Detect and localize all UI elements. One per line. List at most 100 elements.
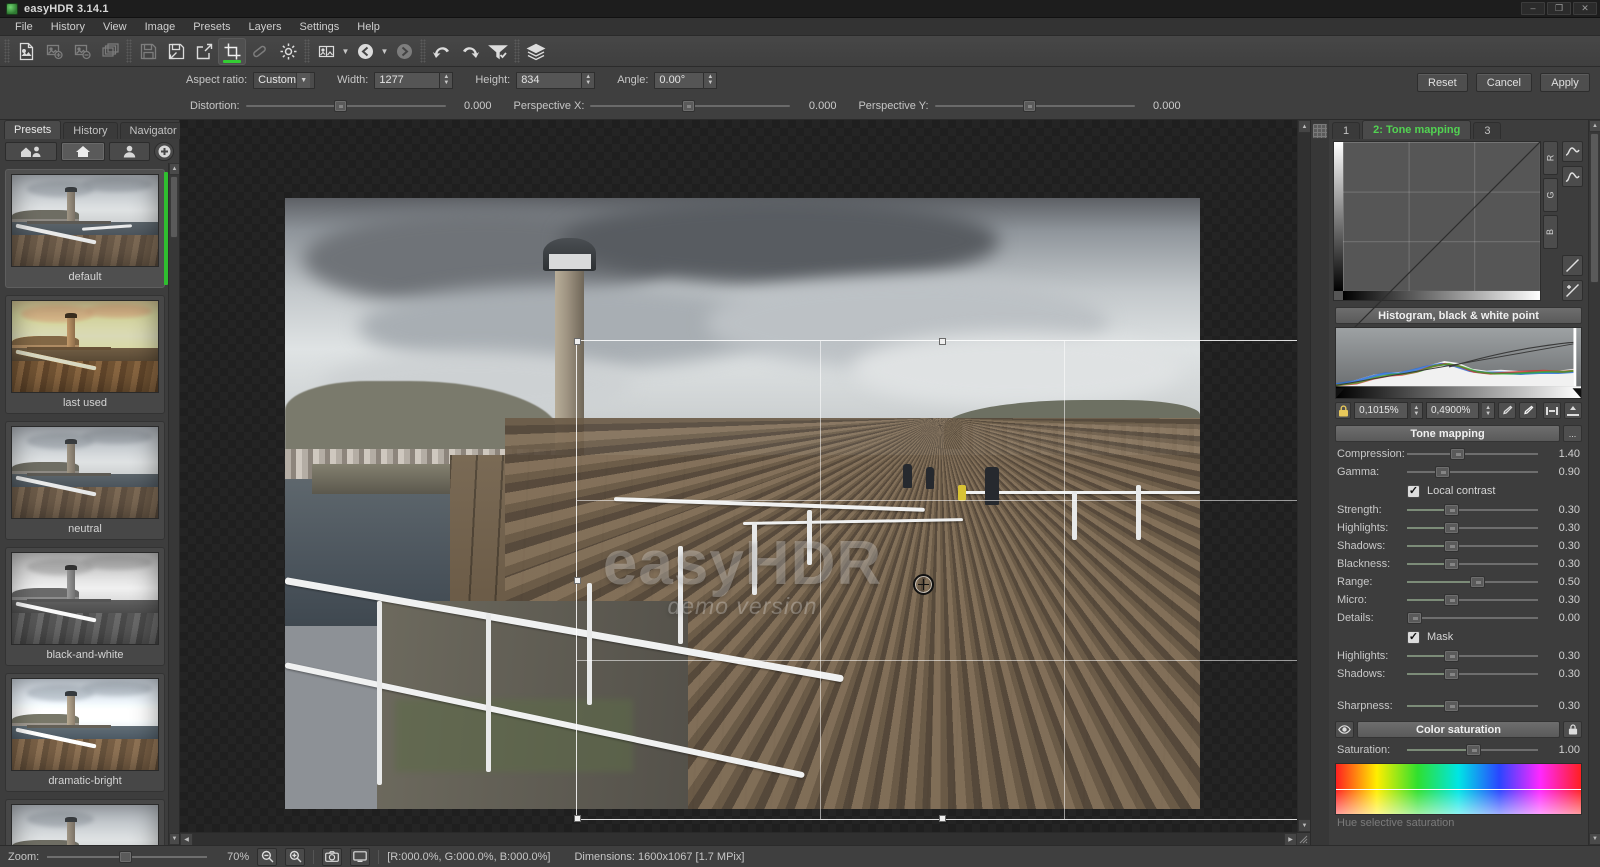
eyedropper-black-icon[interactable] (1497, 402, 1516, 419)
back-button[interactable] (351, 38, 379, 65)
scroll-down-icon[interactable]: ▼ (169, 833, 179, 845)
channel-r-button[interactable]: R (1543, 141, 1558, 175)
save-as-button[interactable] (162, 38, 190, 65)
zoom-slider[interactable] (47, 850, 208, 863)
menu-history[interactable]: History (42, 19, 94, 35)
preset-item-neutral[interactable]: neutral (5, 421, 165, 541)
menu-help[interactable]: Help (348, 19, 389, 35)
tone-mapping-button[interactable] (484, 38, 512, 65)
local-shadows-slider[interactable] (1407, 540, 1538, 552)
open-image-button[interactable] (12, 38, 40, 65)
reset-levels-icon[interactable] (1563, 402, 1583, 419)
camera-icon[interactable] (322, 847, 343, 866)
toolbar-grip[interactable] (4, 39, 10, 63)
tone-curve-editor[interactable] (1333, 141, 1541, 339)
details-slider[interactable] (1407, 612, 1538, 624)
white-point-stepper[interactable]: ▲ ▼ (1482, 402, 1495, 419)
minimize-button[interactable]: – (1521, 2, 1545, 15)
menu-file[interactable]: File (6, 19, 42, 35)
menu-layers[interactable]: Layers (240, 19, 291, 35)
local-contrast-checkbox[interactable]: ✓ (1407, 484, 1420, 498)
scroll-up-icon[interactable]: ▲ (169, 163, 179, 176)
grid-toggle-icon[interactable] (1312, 123, 1328, 139)
tab-tone-mapping[interactable]: 2: Tone mapping (1362, 120, 1472, 139)
settings-button[interactable] (274, 38, 302, 65)
curve-smooth-icon[interactable] (1562, 141, 1583, 162)
undo-button[interactable] (428, 38, 456, 65)
tone-mapping-section-title[interactable]: Tone mapping (1335, 425, 1560, 442)
lock-icon[interactable] (1335, 402, 1352, 419)
black-point-input[interactable]: 0,1015% (1354, 402, 1408, 419)
curve-spline-icon[interactable] (1562, 166, 1583, 187)
forward-button[interactable] (390, 38, 418, 65)
redo-button[interactable] (456, 38, 484, 65)
sharpness-slider[interactable] (1407, 700, 1538, 712)
zoom-in-icon[interactable] (285, 847, 306, 866)
scroll-up-icon[interactable]: ▲ (1589, 120, 1600, 132)
tab-step-3[interactable]: 3 (1473, 122, 1502, 139)
toolbar-grip-5[interactable] (514, 39, 520, 63)
curve-linear-icon[interactable] (1562, 255, 1583, 276)
aspect-ratio-select[interactable]: Custom ▼ (253, 71, 316, 89)
crop-handle-middle-left[interactable] (574, 577, 581, 584)
local-highlights-slider[interactable] (1407, 522, 1538, 534)
lock-icon[interactable] (1563, 721, 1582, 738)
curve-reset-icon[interactable] (1562, 280, 1583, 301)
crop-handle-bottom-left[interactable] (574, 815, 581, 822)
crop-selection-overlay[interactable] (574, 338, 1297, 822)
height-input[interactable]: 834 (516, 71, 583, 89)
angle-stepper[interactable]: ▲ ▼ (704, 71, 718, 89)
crop-cancel-button[interactable]: Cancel (1475, 73, 1532, 92)
preset-item-default[interactable]: default (5, 169, 168, 289)
perspective-y-slider[interactable] (934, 100, 1135, 112)
mask-shadows-slider[interactable] (1407, 668, 1538, 680)
micro-slider[interactable] (1407, 594, 1538, 606)
scroll-down-icon[interactable]: ▼ (1589, 833, 1600, 845)
color-saturation-section-title[interactable]: Color saturation (1357, 721, 1560, 738)
crop-button[interactable] (218, 37, 246, 65)
crop-handle-top-center[interactable] (939, 338, 946, 345)
toolbar-grip-2[interactable] (126, 39, 132, 63)
scrollbar-thumb[interactable] (170, 176, 178, 239)
black-point-stepper[interactable]: ▲ ▼ (1410, 402, 1423, 419)
all-presets-button[interactable] (5, 141, 57, 161)
mask-checkbox-row[interactable]: ✓ Mask (1333, 627, 1584, 647)
remove-image-button[interactable] (68, 38, 96, 65)
blackness-slider[interactable] (1407, 558, 1538, 570)
crop-handle-top-left[interactable] (574, 338, 581, 345)
clone-stamp-button[interactable] (246, 38, 274, 65)
maximize-button[interactable]: ❐ (1547, 2, 1571, 15)
batch-images-button[interactable] (96, 38, 124, 65)
layers-button[interactable] (522, 38, 550, 65)
eyedropper-white-icon[interactable] (1518, 402, 1537, 419)
hue-selective-saturation-editor[interactable] (1335, 763, 1582, 815)
toolbar-grip-3[interactable] (304, 39, 310, 63)
preset-item-dramatic-bright[interactable]: dramatic-bright (5, 673, 165, 793)
canvas-vertical-scrollbar[interactable]: ▲ ▼ (1297, 120, 1311, 832)
height-stepper[interactable]: ▲ ▼ (582, 71, 596, 89)
width-stepper[interactable]: ▲ ▼ (440, 71, 454, 89)
strength-slider[interactable] (1407, 504, 1538, 516)
perspective-x-slider[interactable] (590, 100, 791, 112)
menu-image[interactable]: Image (136, 19, 185, 35)
local-contrast-checkbox-row[interactable]: ✓ Local contrast (1333, 481, 1584, 501)
crop-apply-button[interactable]: Apply (1540, 73, 1590, 92)
zoom-out-icon[interactable] (257, 847, 278, 866)
save-button[interactable] (134, 38, 162, 65)
menu-presets[interactable]: Presets (184, 19, 239, 35)
close-button[interactable]: ✕ (1573, 2, 1597, 15)
scrollbar-thumb[interactable] (1590, 133, 1599, 283)
preset-item-black-and-white[interactable]: black-and-white (5, 547, 165, 667)
channel-b-button[interactable]: B (1543, 215, 1558, 249)
export-button[interactable] (190, 38, 218, 65)
toolbar-grip-4[interactable] (420, 39, 426, 63)
crop-handle-bottom-center[interactable] (939, 815, 946, 822)
auto-levels-icon[interactable] (1542, 402, 1561, 419)
angle-input[interactable]: 0.00° (654, 71, 705, 89)
monitor-icon[interactable] (350, 847, 371, 866)
preset-item-next[interactable] (5, 799, 165, 845)
mask-checkbox[interactable]: ✓ (1407, 630, 1420, 644)
mask-highlights-slider[interactable] (1407, 650, 1538, 662)
builtin-presets-button[interactable] (61, 141, 105, 161)
eye-icon[interactable] (1335, 721, 1354, 738)
